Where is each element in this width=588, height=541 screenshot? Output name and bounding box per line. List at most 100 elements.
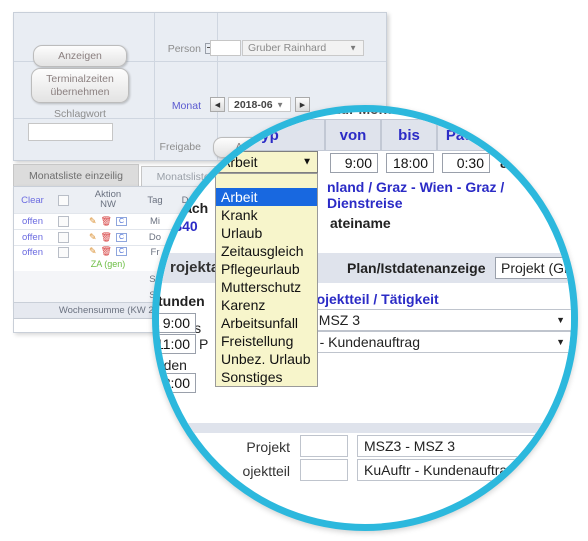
- nw-label: NW: [100, 199, 116, 210]
- bottom-projekt-value[interactable]: MSZ3 - MSZ 3: [357, 435, 571, 457]
- person-code-input[interactable]: [210, 40, 241, 56]
- column-header-aktion: Aktion NW: [75, 187, 141, 213]
- edit-icon[interactable]: ✎: [89, 216, 97, 227]
- nachweis-partial-label: Nach: [174, 200, 209, 216]
- bottom-projekt-label: Projekt: [246, 439, 290, 455]
- copy-icon[interactable]: C: [115, 216, 128, 226]
- section-divider: [159, 423, 571, 433]
- typ-select-value: Arbeit: [221, 154, 258, 170]
- terminalzeiten-uebernehmen-button[interactable]: Terminalzeiten übernehmen: [31, 68, 129, 103]
- select-all-checkbox[interactable]: [57, 194, 69, 206]
- stunden-value-2[interactable]: 11:00: [156, 334, 196, 354]
- tab-monatsliste-einzeilig[interactable]: Monatsliste einzeilig: [13, 164, 139, 186]
- person-name-select[interactable]: Gruber Rainhard ▼: [242, 40, 364, 56]
- column-header-clear[interactable]: Clear: [14, 187, 51, 213]
- dropdown-option-unbez-urlaub[interactable]: Unbez. Urlaub: [216, 350, 317, 368]
- typ-select[interactable]: Arbeit ▼: [215, 151, 318, 173]
- row-actions: ✎ 🗑 C: [75, 245, 141, 258]
- edit-icon[interactable]: ✎: [89, 246, 97, 257]
- anzeigen-button[interactable]: Anzeigen: [33, 45, 127, 67]
- projektanzeige-heading-text: rojekta: [170, 259, 220, 276]
- row-checkbox[interactable]: [57, 246, 69, 258]
- dropdown-option-pflegeurlaub[interactable]: Pflegeurlaub: [216, 260, 317, 278]
- tab-label: Monatsliste einzeilig: [29, 169, 123, 182]
- terminalzeiten-label-line2: übernehmen: [50, 85, 110, 98]
- copy-icon[interactable]: C: [115, 232, 128, 242]
- dropdown-option-blank[interactable]: [216, 174, 317, 188]
- row-note: ZA (gen): [90, 259, 126, 269]
- bottom-projektteil-code-input[interactable]: [300, 459, 348, 481]
- magnified-content: Zur Monat Typ von bis Pause 9:00 18:00 0…: [156, 112, 571, 524]
- row-checkbox-cell: [51, 245, 75, 259]
- bottom-projekt-code-input[interactable]: [300, 435, 348, 457]
- dropdown-option-arbeitsunfall[interactable]: Arbeitsunfall: [216, 314, 317, 332]
- wochensumme-label: Wochensumme (KW 22): [58, 305, 163, 316]
- bis-value: 18:00: [392, 155, 428, 171]
- pause-label: Pause: [445, 126, 491, 144]
- dropdown-option-karenz[interactable]: Karenz: [216, 296, 317, 314]
- chevron-down-icon: ▼: [556, 315, 565, 325]
- stunden-3: 2:00: [162, 375, 190, 391]
- dropdown-option-zeitausgleich[interactable]: Zeitausgleich: [216, 242, 317, 260]
- von-label: von: [339, 126, 367, 144]
- terminalzeiten-label-line1: Terminalzeiten: [46, 73, 114, 86]
- stunden-1: 9:00: [162, 315, 190, 331]
- bottom-projektteil-value-text: KuAuftr - Kundenauftrag: [364, 462, 515, 478]
- row-actions: ✎ 🗑 C: [75, 213, 141, 229]
- monat-label: Monat: [171, 100, 201, 112]
- chevron-down-icon: ▼: [276, 100, 284, 109]
- chevron-down-icon: ▼: [302, 156, 312, 168]
- row-status[interactable]: offen: [14, 229, 51, 245]
- bottom-projektteil-value[interactable]: KuAuftr - Kundenauftrag: [357, 459, 571, 481]
- pause-value: 0:30: [456, 155, 484, 171]
- schlagwort-label: Schlagwort: [54, 108, 106, 120]
- row-actions: ✎ 🗑 C: [75, 229, 141, 245]
- copy-icon[interactable]: C: [115, 247, 128, 256]
- column-header-checkbox: [51, 187, 75, 213]
- column-header-stunden: [499, 119, 571, 151]
- plan-ist-value: Projekt (Gr: [501, 260, 569, 276]
- p-marker-label: P: [199, 336, 209, 352]
- plan-ist-label: Plan/Istdatenanzeige: [347, 260, 486, 276]
- dropdown-option-sonstiges[interactable]: Sonstiges: [216, 368, 317, 386]
- row-checkbox[interactable]: [57, 231, 69, 243]
- person-name-value: Gruber Rainhard: [248, 42, 327, 54]
- pause-input[interactable]: 0:30: [442, 153, 490, 173]
- schlagwort-input[interactable]: [28, 123, 113, 141]
- dateiname-partial-label: ateiname: [330, 215, 391, 231]
- summe-value: e: 340: [158, 218, 198, 234]
- monat-prev-button[interactable]: ◀: [210, 97, 225, 112]
- chevron-down-icon: ▼: [556, 337, 565, 347]
- von-input[interactable]: 9:00: [330, 153, 378, 173]
- dropdown-option-freistellung[interactable]: Freistellung: [216, 332, 317, 350]
- dropdown-option-mutterschutz[interactable]: Mutterschutz: [216, 278, 317, 296]
- dropdown-option-krank[interactable]: Krank: [216, 206, 317, 224]
- column-header-pause: Pause: [437, 119, 499, 151]
- bis-input[interactable]: 18:00: [386, 153, 434, 173]
- bottom-projekt-value-text: MSZ3 - MSZ 3: [364, 438, 456, 454]
- monat-select[interactable]: 2018-06 ▼: [228, 97, 291, 112]
- delete-icon[interactable]: 🗑: [101, 246, 112, 257]
- stunden-value-1[interactable]: 9:00: [159, 313, 196, 333]
- column-header-bis: bis: [381, 119, 437, 151]
- dienstreise-route-text: nland / Graz - Wien - Graz / Dienstreise: [327, 179, 505, 211]
- typ-dropdown-list[interactable]: Arbeit Krank Urlaub Zeitausgleich Pflege…: [215, 173, 318, 387]
- row-status[interactable]: offen: [14, 213, 51, 229]
- monat-value: 2018-06: [234, 98, 273, 111]
- row-status[interactable]: offen: [14, 245, 51, 259]
- row-checkbox-cell: [51, 229, 75, 245]
- stunden-value-3[interactable]: 2:00: [159, 373, 196, 393]
- delete-icon[interactable]: 🗑: [101, 232, 112, 243]
- von-value: 9:00: [344, 155, 372, 171]
- monat-next-button[interactable]: ▶: [295, 97, 310, 112]
- bottom-projektteil-label: ojektteil: [242, 463, 290, 479]
- plan-ist-select[interactable]: Projekt (Gr: [495, 257, 571, 279]
- row-checkbox[interactable]: [57, 215, 69, 227]
- edit-icon[interactable]: ✎: [89, 232, 97, 243]
- stunden-2: 11:00: [156, 336, 190, 352]
- dropdown-option-arbeit[interactable]: Arbeit: [216, 188, 317, 206]
- stunden-partial-label: tunden: [158, 293, 205, 309]
- chevron-down-icon: ▼: [349, 43, 357, 53]
- dropdown-option-urlaub[interactable]: Urlaub: [216, 224, 317, 242]
- delete-icon[interactable]: 🗑: [101, 216, 112, 227]
